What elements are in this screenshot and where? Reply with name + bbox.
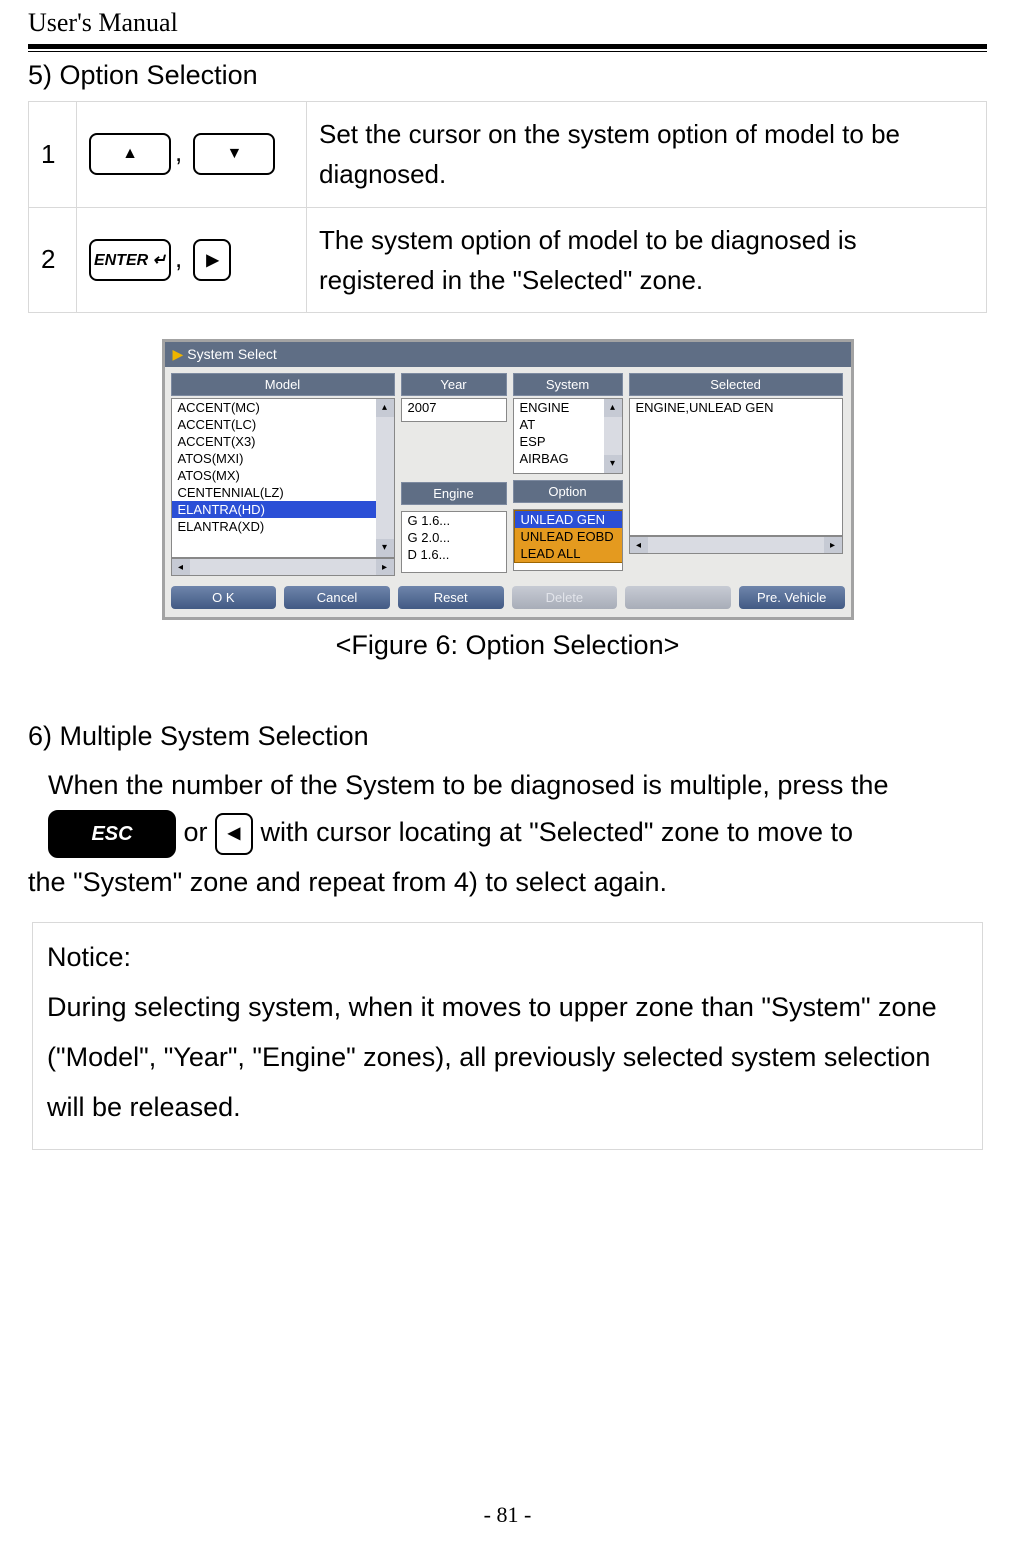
list-item[interactable]: ELANTRA(XD) — [172, 518, 394, 535]
esc-key-icon: ESC — [48, 810, 176, 858]
step1-desc: Set the cursor on the system option of m… — [307, 102, 987, 208]
header-model: Model — [171, 373, 395, 396]
scroll-right-icon[interactable]: ▸ — [376, 559, 394, 576]
list-item[interactable]: G 1.6... — [402, 512, 506, 529]
header-rule-thick — [28, 44, 987, 49]
header-engine: Engine — [401, 482, 507, 505]
section5-heading: 5) Option Selection — [28, 60, 987, 91]
list-item[interactable]: D 1.6... — [402, 546, 506, 563]
system-select-window: ▶System Select Model Year System Selecte… — [162, 339, 854, 620]
header-selected: Selected — [629, 373, 843, 396]
down-key-icon: ▼ — [193, 133, 275, 175]
action-bar: O K Cancel Reset Delete Pre. Vehicle — [165, 576, 851, 617]
option-dropdown[interactable]: UNLEAD GEN UNLEAD EOBD LEAD ALL — [514, 510, 623, 563]
section6-heading: 6) Multiple System Selection — [28, 721, 987, 752]
step1-num: 1 — [29, 102, 77, 208]
step2-desc: The system option of model to be diagnos… — [307, 207, 987, 313]
up-key-icon: ▲ — [89, 133, 171, 175]
list-item[interactable]: G 2.0... — [402, 529, 506, 546]
reset-button[interactable]: Reset — [398, 586, 504, 609]
header-option: Option — [513, 480, 623, 503]
list-item[interactable]: ACCENT(X3) — [172, 433, 394, 450]
section6-para2: the "System" zone and repeat from 4) to … — [28, 858, 987, 908]
list-item[interactable]: ATOS(MX) — [172, 467, 394, 484]
title-marker-icon: ▶ — [173, 346, 188, 362]
list-item[interactable]: ACCENT(LC) — [172, 416, 394, 433]
option-item[interactable]: LEAD ALL — [515, 545, 623, 562]
step-row-1: 1 ▲, ▼ Set the cursor on the system opti… — [29, 102, 987, 208]
engine-listbox[interactable]: G 1.6... G 2.0... D 1.6... — [401, 511, 507, 573]
list-item[interactable]: 2007 — [402, 399, 506, 416]
model-hscroll[interactable]: ◂ ▸ — [171, 558, 395, 576]
system-scrollbar[interactable]: ▴ ▾ — [604, 399, 622, 473]
selected-hscroll[interactable]: ◂ ▸ — [629, 536, 843, 554]
option-item[interactable]: UNLEAD EOBD — [515, 528, 623, 545]
figure6-caption: <Figure 6: Option Selection> — [28, 630, 987, 661]
header-year: Year — [401, 373, 507, 396]
figure-container: ▶System Select Model Year System Selecte… — [28, 339, 987, 620]
list-item[interactable]: ACCENT(MC) — [172, 399, 394, 416]
option-item-selected[interactable]: UNLEAD GEN — [515, 511, 623, 528]
scroll-down-icon[interactable]: ▾ — [604, 455, 622, 473]
left-key-icon: ◀ — [215, 813, 253, 855]
selected-column: ENGINE,UNLEAD GEN ◂ ▸ — [629, 398, 843, 554]
model-listbox[interactable]: ACCENT(MC) ACCENT(LC) ACCENT(X3) ATOS(MX… — [171, 398, 395, 558]
selected-value: ENGINE,UNLEAD GEN — [636, 400, 836, 415]
notice-title: Notice: — [47, 933, 968, 983]
model-column: ACCENT(MC) ACCENT(LC) ACCENT(X3) ATOS(MX… — [171, 398, 395, 576]
scroll-up-icon[interactable]: ▴ — [376, 399, 394, 417]
doc-header-title: User's Manual — [28, 0, 987, 44]
selected-listbox[interactable]: ENGINE,UNLEAD GEN — [629, 398, 843, 536]
window-title: System Select — [187, 346, 276, 362]
system-listbox[interactable]: ENGINE AT ESP AIRBAG ▴ ▾ — [513, 398, 623, 474]
system-option-column: ENGINE AT ESP AIRBAG ▴ ▾ Option UNLEAD G… — [513, 398, 623, 571]
ok-button[interactable]: O K — [171, 586, 277, 609]
notice-body: During selecting system, when it moves t… — [47, 983, 968, 1133]
blank-button — [625, 586, 731, 609]
header-system: System — [513, 373, 623, 396]
step2-num: 2 — [29, 207, 77, 313]
scroll-left-icon[interactable]: ◂ — [630, 537, 648, 554]
page-number: - 81 - — [0, 1502, 1015, 1528]
step1-keys: ▲, ▼ — [77, 102, 307, 208]
scroll-left-icon[interactable]: ◂ — [172, 559, 190, 576]
model-scrollbar[interactable]: ▴ ▾ — [376, 399, 394, 557]
delete-button[interactable]: Delete — [512, 586, 618, 609]
step2-keys: ENTER ↵, ▶ — [77, 207, 307, 313]
list-item-selected[interactable]: ELANTRA(HD) — [172, 501, 394, 518]
notice-box: Notice: During selecting system, when it… — [32, 922, 983, 1150]
header-rule-thin — [28, 51, 987, 52]
year-listbox[interactable]: 2007 — [401, 398, 507, 422]
step-row-2: 2 ENTER ↵, ▶ The system option of model … — [29, 207, 987, 313]
list-item[interactable]: ATOS(MXI) — [172, 450, 394, 467]
window-titlebar: ▶System Select — [165, 342, 851, 367]
pre-vehicle-button[interactable]: Pre. Vehicle — [739, 586, 845, 609]
list-item[interactable]: CENTENNIAL(LZ) — [172, 484, 394, 501]
right-key-icon: ▶ — [193, 239, 231, 281]
enter-key-icon: ENTER ↵ — [89, 239, 171, 281]
scroll-right-icon[interactable]: ▸ — [824, 537, 842, 554]
year-engine-column: 2007 Engine G 1.6... G 2.0... D 1.6... — [401, 398, 507, 573]
cancel-button[interactable]: Cancel — [284, 586, 390, 609]
scroll-up-icon[interactable]: ▴ — [604, 399, 622, 417]
steps-table: 1 ▲, ▼ Set the cursor on the system opti… — [28, 101, 987, 313]
scroll-down-icon[interactable]: ▾ — [376, 539, 394, 557]
section6-para1: When the number of the System to be diag… — [48, 762, 987, 858]
